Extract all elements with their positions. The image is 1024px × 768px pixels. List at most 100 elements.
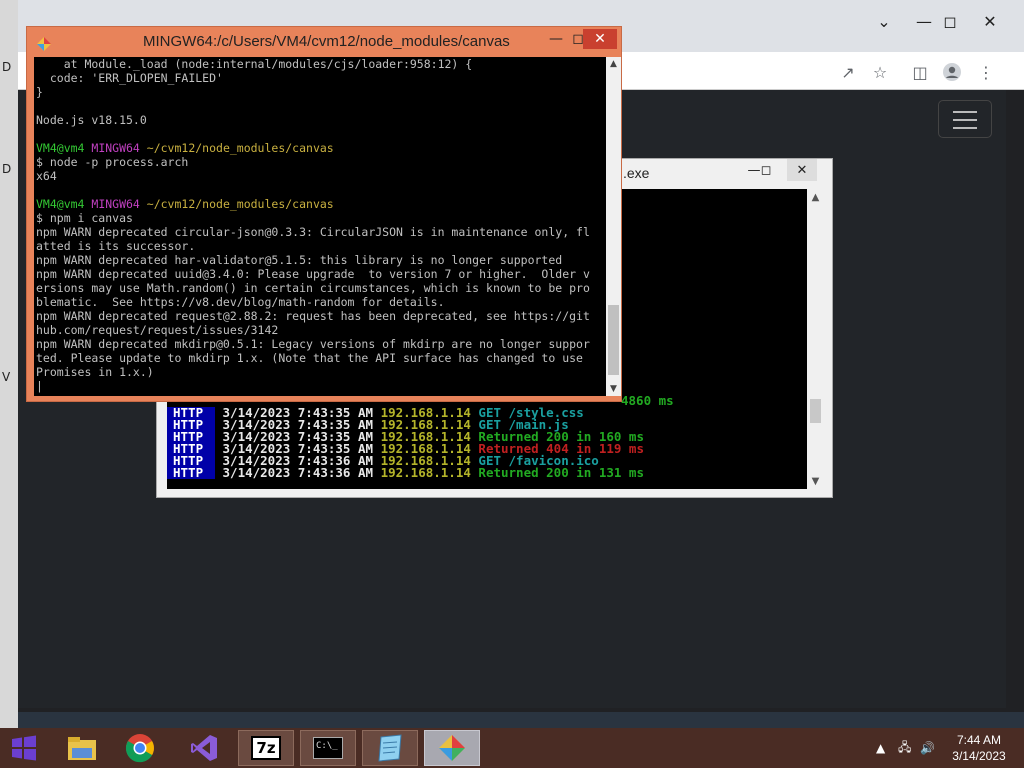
taskbar-git-bash[interactable] <box>424 730 480 766</box>
terminal-text: atted is its successor. <box>36 239 196 253</box>
vertical-scrollbar[interactable]: ▲ ▼ <box>606 57 621 396</box>
menu-dots-icon[interactable]: ⋮ <box>974 60 998 84</box>
taskbar-notepad[interactable] <box>362 730 418 766</box>
terminal-line: Promises in 1.x.) <box>34 365 606 379</box>
terminal-text: $ node -p process.arch <box>36 155 189 169</box>
system-clock[interactable]: 7:44 AM 3/14/2023 <box>942 732 1016 764</box>
show-hidden-icons-icon[interactable]: ▲ <box>876 728 885 768</box>
terminal-text: VM4@vm4 <box>36 141 92 155</box>
terminal-line: x64 <box>34 169 606 183</box>
terminal-text: npm WARN deprecated mkdirp@0.5.1: Legacy… <box>36 337 590 351</box>
terminal-text: MINGW64 <box>91 141 147 155</box>
network-icon[interactable]: 🖧 <box>898 728 911 768</box>
terminal-text: MINGW64 <box>91 197 147 211</box>
terminal-text: ersions may use Math.random() in certain… <box>36 281 590 295</box>
chevron-down-icon[interactable]: ⌄ <box>864 8 904 34</box>
terminal-text: code: 'ERR_DLOPEN_FAILED' <box>36 71 223 85</box>
maximize-icon-box[interactable]: ◻ <box>751 159 781 181</box>
clock-time: 7:44 AM <box>956 733 1002 747</box>
clock-date: 3/14/2023 <box>952 749 1006 763</box>
terminal-text: npm WARN deprecated har-validator@5.1.5:… <box>36 253 563 267</box>
desktop-left-strip: D D V <box>0 0 18 728</box>
log-text: 4860 ms <box>621 393 674 408</box>
terminal-text: npm WARN deprecated circular-json@0.3.3:… <box>36 225 590 239</box>
terminal-line: VM4@vm4 MINGW64 ~/cvm12/node_modules/can… <box>34 141 606 155</box>
terminal-line: atted is its successor. <box>34 239 606 253</box>
taskbar-file-explorer[interactable] <box>54 730 110 766</box>
terminal-output[interactable]: at Module._load (node:internal/modules/c… <box>34 57 606 396</box>
desktop-glyph: D <box>2 162 12 176</box>
terminal-line: Node.js v18.15.0 <box>34 113 606 127</box>
terminal-text: VM4@vm4 <box>36 197 92 211</box>
terminal-line: } <box>34 85 606 99</box>
terminal-text: ~/cvm12/node_modules/canvas <box>146 197 334 211</box>
log-row: HTTP 3/14/2023 7:43:36 AM 192.168.1.14 R… <box>167 465 644 480</box>
terminal-text: blematic. See https://v8.dev/blog/math-r… <box>36 295 445 309</box>
folder-icon <box>68 737 96 760</box>
share-icon[interactable]: ↗ <box>836 60 860 84</box>
start-button[interactable] <box>4 730 44 766</box>
taskbar: 7z C:\_ ▲ 🖧 🔊 7:44 AM 3/14/2023 <box>0 728 1024 768</box>
scroll-up-icon[interactable]: ▲ <box>807 189 824 205</box>
taskbar-chrome[interactable] <box>112 730 168 766</box>
desktop-glyph: V <box>2 370 11 384</box>
terminal-text: } <box>36 85 43 99</box>
vertical-scrollbar[interactable]: ▲ ▼ <box>807 189 824 489</box>
windows-logo-icon <box>12 735 36 761</box>
scrollbar-thumb[interactable] <box>810 399 821 423</box>
terminal-text: npm WARN deprecated uuid@3.4.0: Please u… <box>36 267 590 281</box>
terminal-text: Node.js v18.15.0 <box>36 113 147 127</box>
terminal-text: ted. Please update to mkdirp 1.x. (Note … <box>36 351 583 365</box>
mingw64-terminal-window[interactable]: MINGW64:/c/Users/VM4/cvm12/node_modules/… <box>26 26 622 402</box>
close-icon[interactable]: ✕ <box>583 29 617 49</box>
terminal-line: npm WARN deprecated mkdirp@0.5.1: Legacy… <box>34 337 606 351</box>
command-prompt-icon: C:\_ <box>313 737 343 759</box>
terminal-text: | <box>36 379 43 393</box>
sidebar-icon[interactable]: ◫ <box>908 60 932 84</box>
volume-icon[interactable]: 🔊 <box>920 728 935 768</box>
taskbar-command-prompt[interactable]: C:\_ <box>300 730 356 766</box>
git-bash-logo-icon <box>37 37 51 51</box>
terminal-text: hub.com/request/request/issues/3142 <box>36 323 279 337</box>
terminal-line: blematic. See https://v8.dev/blog/math-r… <box>34 295 606 309</box>
terminal-text: x64 <box>36 169 57 183</box>
terminal-line: ersions may use Math.random() in certain… <box>34 281 606 295</box>
terminal-text: at Module._load (node:internal/modules/c… <box>36 57 473 71</box>
http-tag: HTTP <box>167 466 215 479</box>
terminal-line: $ npm i canvas <box>34 211 606 225</box>
7zip-icon: 7z <box>251 736 281 760</box>
visual-studio-icon <box>191 735 217 761</box>
star-icon[interactable]: ☆ <box>868 60 892 84</box>
log-text: Returned 200 in 131 ms <box>470 465 644 480</box>
hamburger-menu-button[interactable] <box>938 100 992 138</box>
scroll-down-icon[interactable]: ▼ <box>807 473 824 489</box>
terminal-line: npm WARN deprecated har-validator@5.1.5:… <box>34 253 606 267</box>
log-text: 3/14/2023 7:43:36 AM <box>215 465 381 480</box>
terminal-text: Promises in 1.x.) <box>36 365 154 379</box>
desktop-glyph: D <box>2 60 12 74</box>
profile-icon[interactable] <box>940 60 964 84</box>
chrome-icon <box>125 734 154 763</box>
terminal-line: ted. Please update to mkdirp 1.x. (Note … <box>34 351 606 365</box>
close-icon[interactable]: ✕ <box>787 159 817 181</box>
terminal-line: npm WARN deprecated request@2.88.2: requ… <box>34 309 606 323</box>
scroll-up-icon[interactable]: ▲ <box>606 57 621 71</box>
scrollbar-thumb[interactable] <box>608 305 619 375</box>
window-title: MINGW64:/c/Users/VM4/cvm12/node_modules/… <box>143 33 510 50</box>
terminal-line: npm WARN deprecated circular-json@0.3.3:… <box>34 225 606 239</box>
taskbar-visual-studio[interactable] <box>176 730 232 766</box>
close-icon[interactable]: ✕ <box>970 8 1010 34</box>
log-text: 192.168.1.14 <box>380 465 471 480</box>
taskbar-7zip[interactable]: 7z <box>238 730 294 766</box>
maximize-icon[interactable]: ◻ <box>930 8 970 34</box>
terminal-line: $ node -p process.arch <box>34 155 606 169</box>
scroll-down-icon[interactable]: ▼ <box>606 382 621 396</box>
terminal-line: hub.com/request/request/issues/3142 <box>34 323 606 337</box>
git-bash-icon <box>439 735 465 761</box>
terminal-line: | <box>34 379 606 393</box>
terminal-line: VM4@vm4 MINGW64 ~/cvm12/node_modules/can… <box>34 197 606 211</box>
terminal-line: npm WARN deprecated uuid@3.4.0: Please u… <box>34 267 606 281</box>
